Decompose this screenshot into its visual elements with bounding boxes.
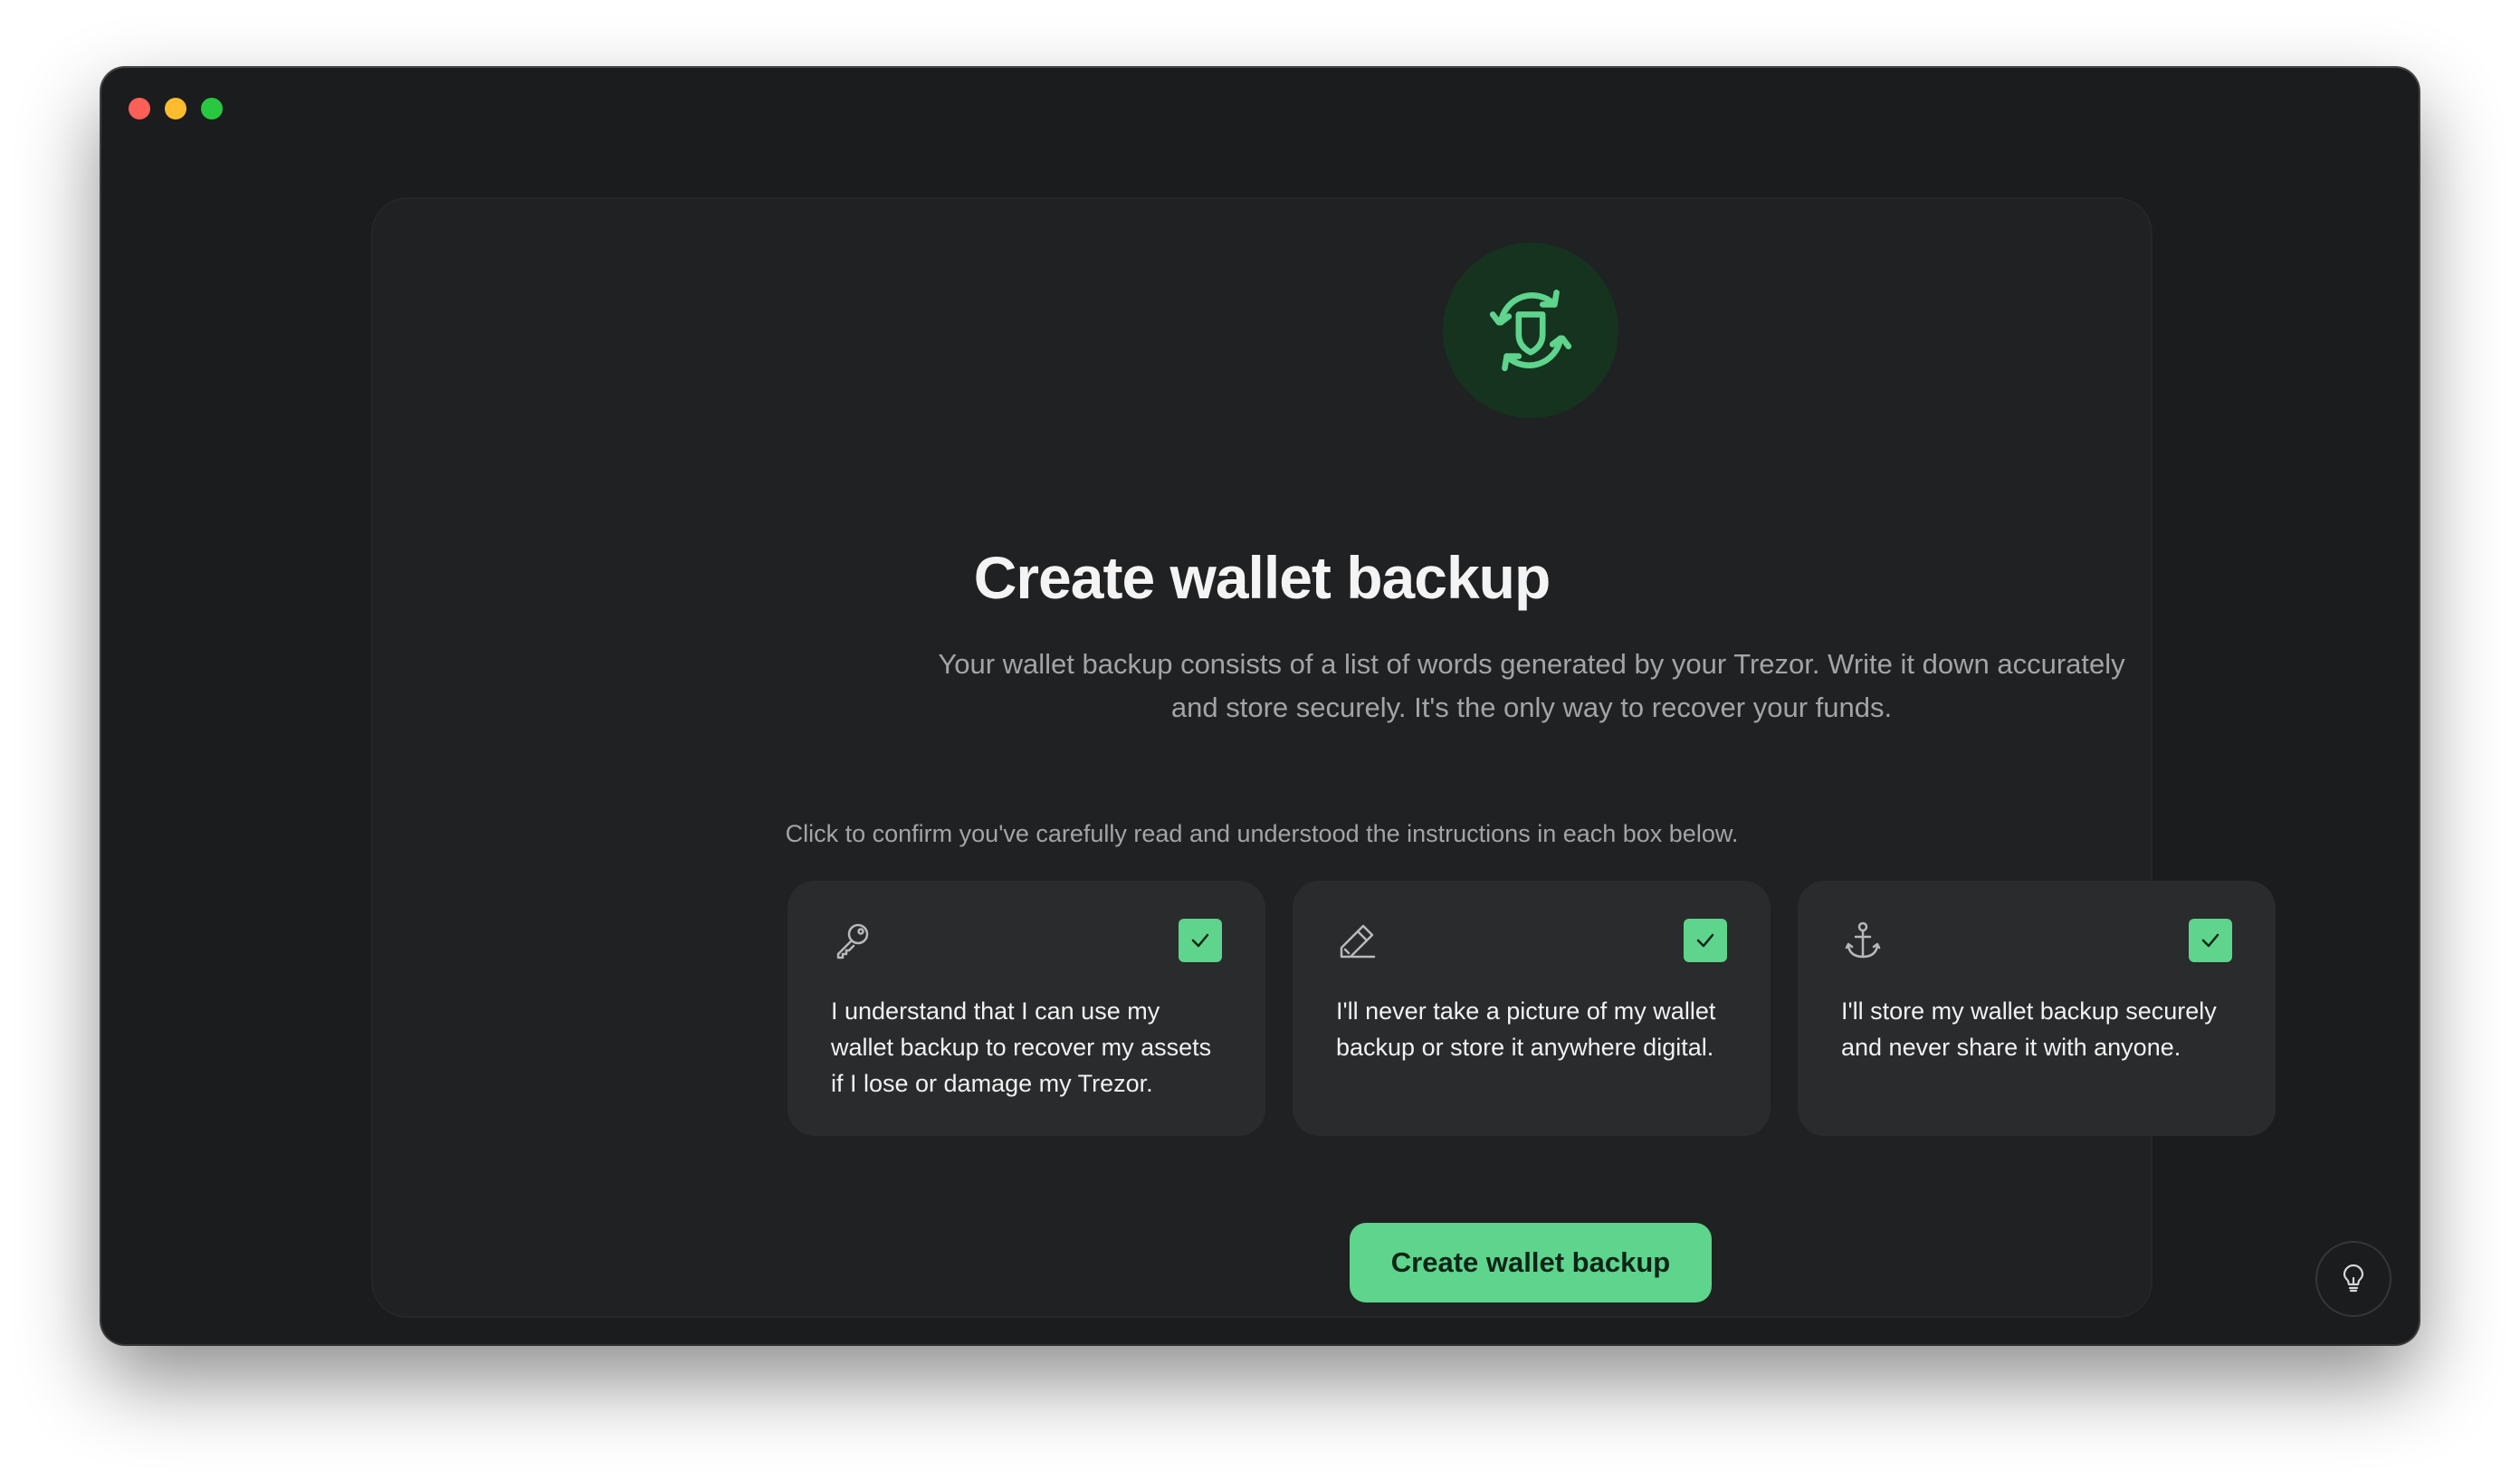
checkmark-icon — [1191, 933, 1209, 948]
key-icon — [836, 923, 869, 959]
subtitle-line-1: Your wallet backup consists of a list of… — [938, 648, 2125, 680]
tips-button[interactable] — [2315, 1241, 2391, 1317]
subtitle-line-2: and store securely. It's the only way to… — [1170, 692, 1893, 723]
instruction-text: Click to confirm you've carefully read a… — [785, 820, 1739, 847]
confirm-box-recover[interactable]: I understand that I can use my wallet ba… — [788, 881, 1265, 1136]
confirm-box-text: I understand that I can use my wallet ba… — [831, 997, 1212, 1097]
checkbox-checked[interactable] — [1684, 919, 1727, 962]
shield-sync-icon — [1443, 243, 1618, 418]
confirm-box-text: I'll store my wallet backup securely and… — [1841, 997, 2217, 1061]
checkbox-checked[interactable] — [2189, 919, 2232, 962]
lightbulb-icon — [2343, 1264, 2364, 1293]
zoom-window-button[interactable] — [201, 98, 223, 119]
create-wallet-backup-button[interactable]: Create wallet backup — [1350, 1223, 1712, 1302]
backup-card: Create wallet backup Your wallet backup … — [371, 197, 2276, 1318]
pencil-icon — [1340, 924, 1376, 959]
confirm-box-store-securely[interactable]: I'll store my wallet backup securely and… — [1798, 881, 2276, 1136]
confirm-box-text: I'll never take a picture of my wallet b… — [1336, 997, 1716, 1061]
app-window: Create wallet backup Your wallet backup … — [101, 68, 2419, 1344]
page-subtitle: Your wallet backup consists of a list of… — [898, 643, 2165, 730]
close-window-button[interactable] — [129, 98, 150, 119]
window-controls — [129, 98, 223, 119]
checkmark-icon — [1696, 933, 1714, 948]
minimize-window-button[interactable] — [165, 98, 186, 119]
anchor-icon — [1845, 921, 1881, 959]
confirmation-boxes: I understand that I can use my wallet ba… — [788, 881, 2276, 1136]
confirm-box-no-picture[interactable]: I'll never take a picture of my wallet b… — [1293, 881, 1771, 1136]
checkbox-checked[interactable] — [1179, 919, 1222, 962]
checkmark-icon — [2201, 933, 2219, 948]
page-title: Create wallet backup — [973, 544, 1551, 611]
